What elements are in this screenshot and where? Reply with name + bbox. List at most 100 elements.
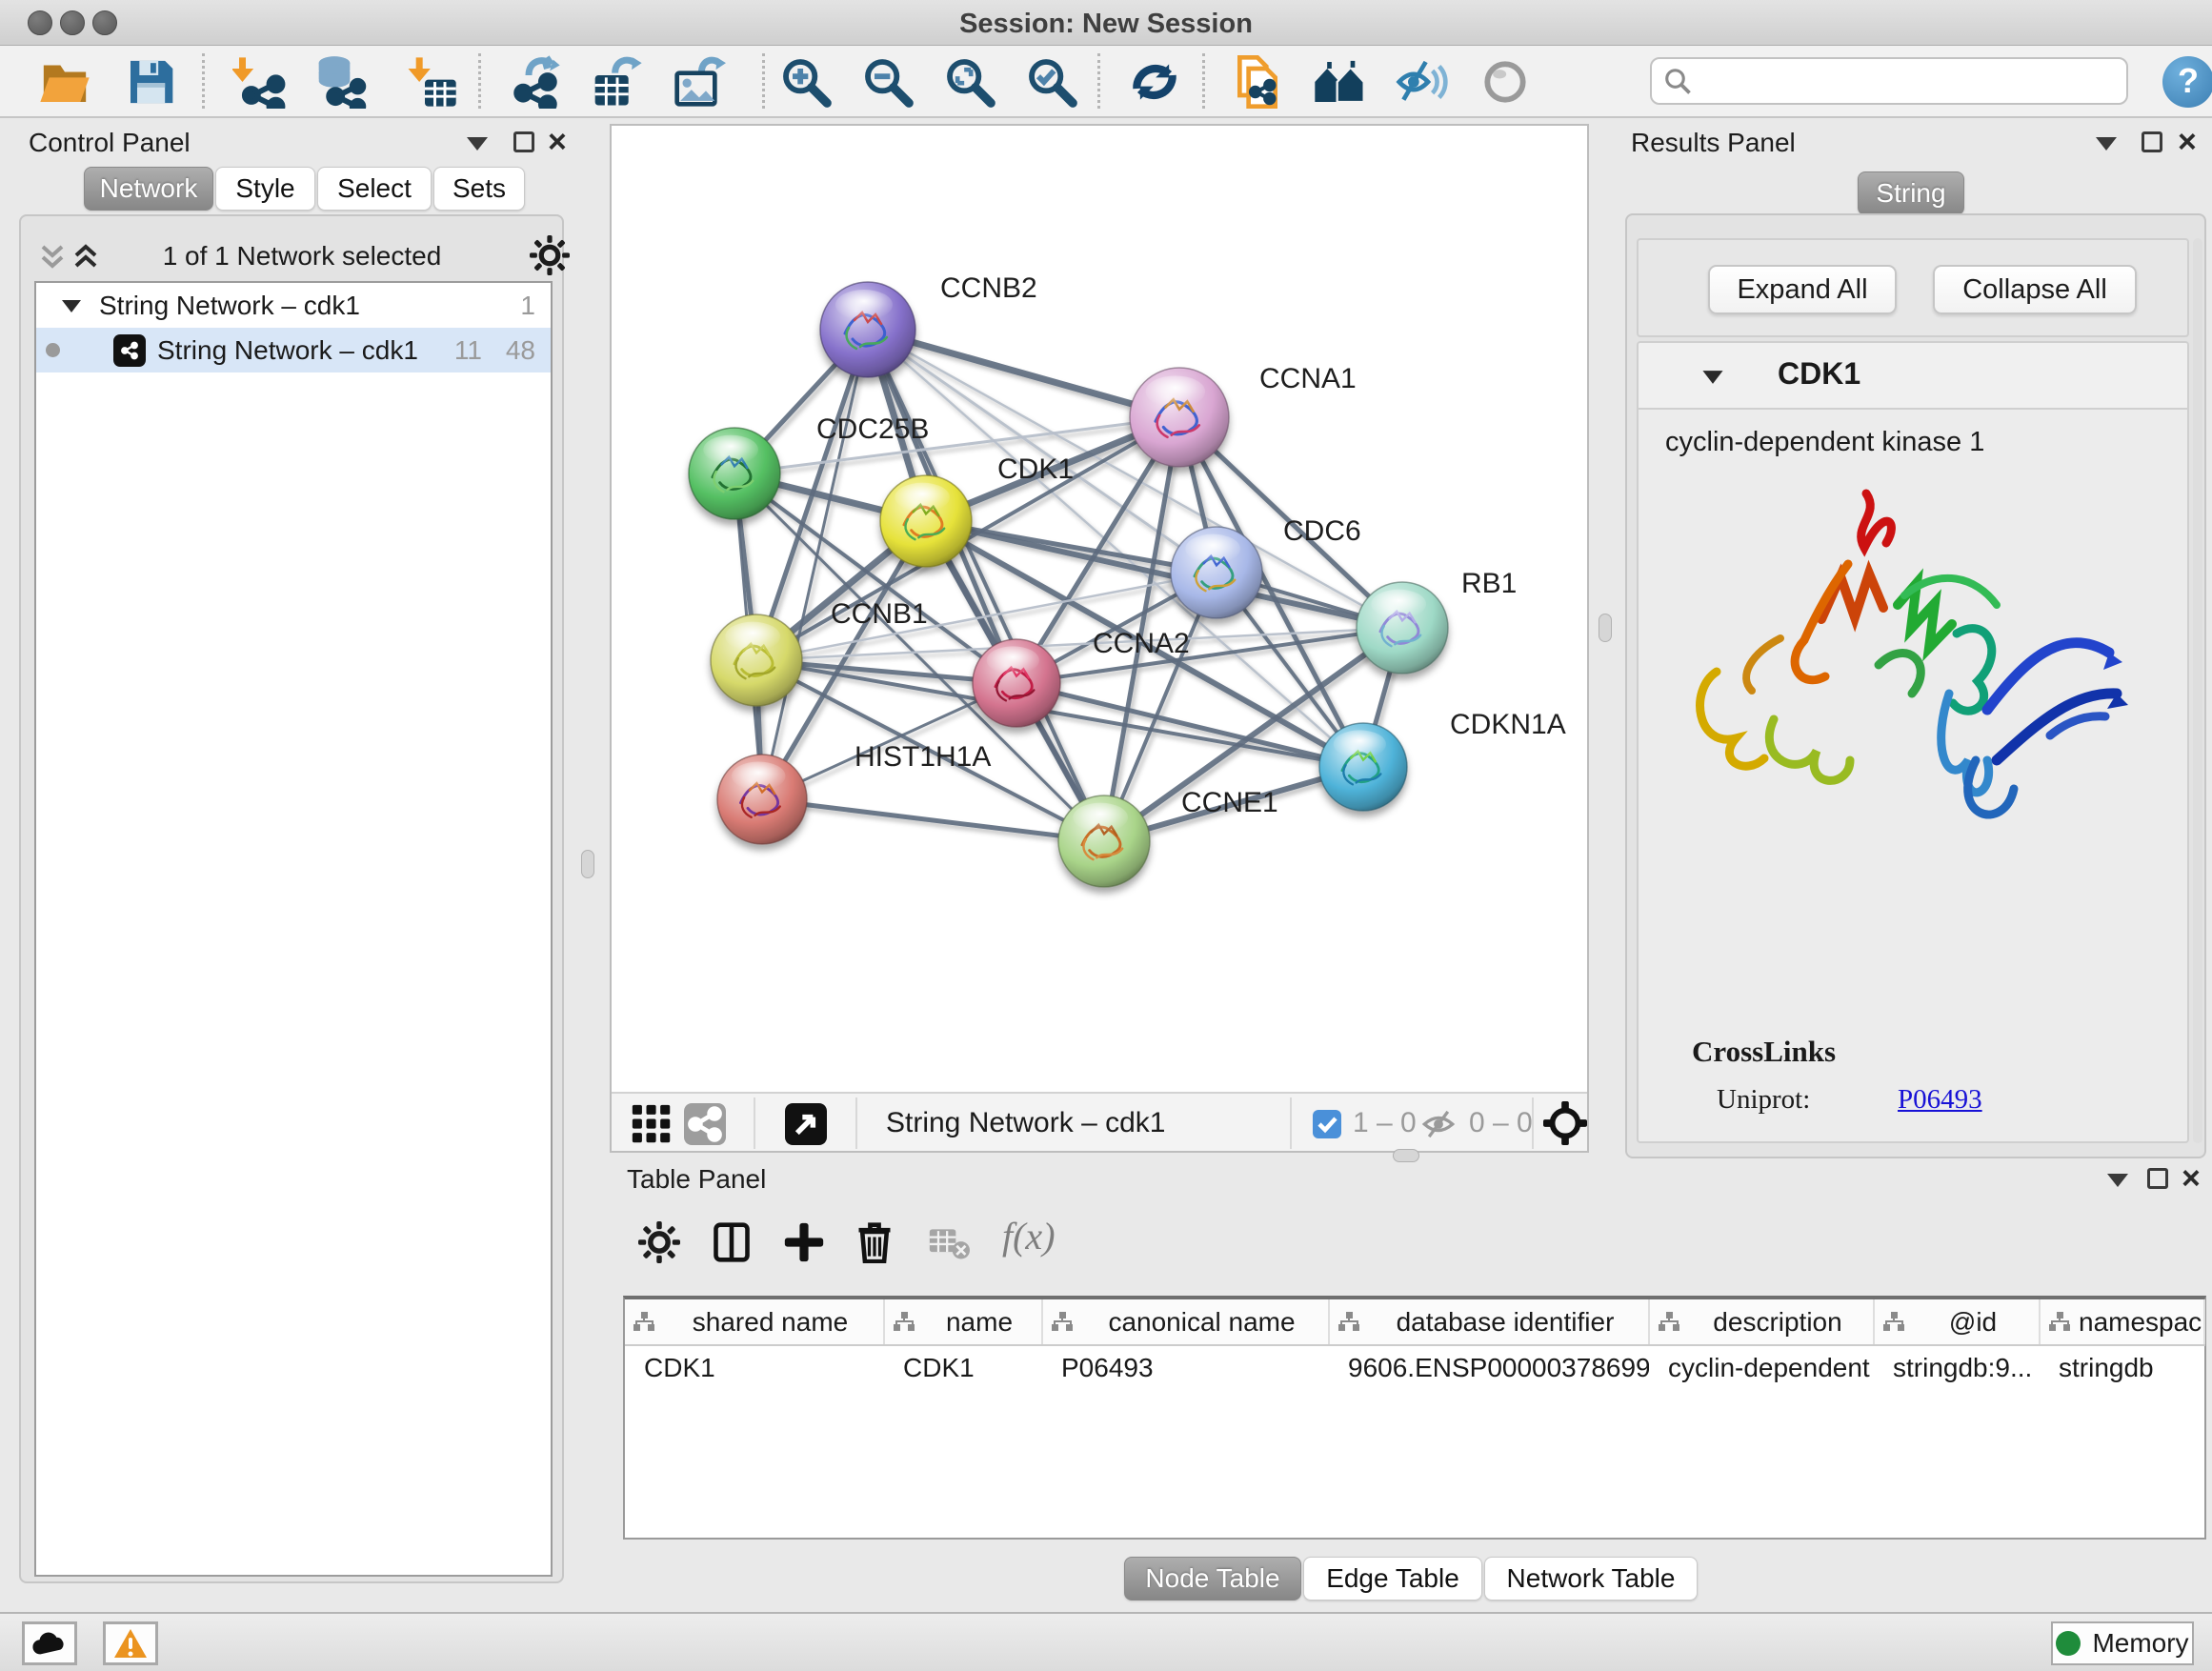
tab-sets[interactable]: Sets	[433, 167, 525, 211]
column-header[interactable]: database identifier	[1329, 1299, 1649, 1345]
column-header[interactable]: namespac	[2040, 1299, 2204, 1345]
share-document-icon[interactable]	[1231, 55, 1284, 109]
title-bar: Session: New Session	[0, 0, 2212, 46]
function-builder-icon[interactable]: f(x)	[1002, 1214, 1056, 1258]
network-row-selected[interactable]: String Network – cdk1 11 48	[36, 328, 551, 372]
selected-node-edge-counts: 1 – 0	[1353, 1107, 1417, 1139]
left-splitter-handle[interactable]	[581, 850, 594, 878]
network-share-view-icon[interactable]	[684, 1103, 726, 1145]
tab-select[interactable]: Select	[317, 167, 432, 211]
cdk1-header-row[interactable]: CDK1	[1639, 343, 2187, 410]
network-edge-ccne1-hist1h1a[interactable]	[762, 799, 1104, 841]
right-splitter-handle[interactable]	[1599, 614, 1612, 642]
home-icon[interactable]	[1313, 55, 1366, 109]
results-panel-close-icon[interactable]: ×	[2178, 130, 2197, 154]
expand-all-icon[interactable]	[73, 243, 98, 272]
birds-eye-view-icon[interactable]	[785, 1103, 827, 1145]
network-node-rb1[interactable]	[1357, 582, 1448, 674]
column-header[interactable]: @id	[1874, 1299, 2040, 1345]
open-session-icon[interactable]	[38, 55, 91, 109]
expand-all-button[interactable]: Expand All	[1708, 265, 1897, 314]
network-node-cdk1[interactable]	[880, 475, 972, 567]
search-icon	[1663, 67, 1692, 95]
collapse-all-icon[interactable]	[40, 243, 65, 272]
export-image-icon[interactable]	[673, 55, 726, 109]
column-header[interactable]: description	[1649, 1299, 1874, 1345]
network-node-ccnb1[interactable]	[711, 614, 802, 706]
column-header[interactable]: shared name	[625, 1299, 884, 1345]
results-panel-float-icon[interactable]	[2142, 131, 2162, 152]
selected-checkbox-icon[interactable]	[1313, 1110, 1341, 1138]
collection-count: 1	[520, 291, 535, 321]
show-columns-icon[interactable]	[711, 1221, 753, 1263]
table-panel-menu-icon[interactable]	[2107, 1174, 2128, 1187]
tree-expand-icon[interactable]	[61, 297, 82, 314]
hide-panel-eye-icon[interactable]	[1395, 55, 1448, 109]
column-header[interactable]: name	[884, 1299, 1042, 1345]
search-input[interactable]	[1650, 57, 2128, 105]
network-edge-ccnb2-hist1h1a[interactable]	[762, 330, 868, 799]
network-selected-summary: 1 of 1 Network selected	[116, 241, 488, 272]
network-node-ccne1[interactable]	[1058, 795, 1150, 887]
network-node-ccnb2[interactable]	[820, 282, 915, 377]
network-collection-row[interactable]: String Network – cdk1 1	[36, 283, 551, 328]
results-panel-menu-icon[interactable]	[2096, 137, 2117, 151]
table-gear-icon[interactable]	[638, 1221, 680, 1263]
results-scrollbar[interactable]	[2193, 238, 2202, 1143]
zoom-in-icon[interactable]	[779, 55, 833, 109]
memory-button[interactable]: Memory	[2051, 1621, 2194, 1665]
import-network-file-icon[interactable]	[232, 55, 286, 109]
hidden-eye-icon[interactable]	[1419, 1107, 1458, 1141]
tab-style[interactable]: Style	[215, 167, 315, 211]
gear-icon[interactable]	[530, 235, 570, 275]
network-node-cdkn1a[interactable]	[1319, 723, 1407, 811]
zoom-out-icon[interactable]	[861, 55, 915, 109]
add-column-icon[interactable]	[783, 1221, 825, 1263]
network-node-cdc25b[interactable]	[689, 428, 780, 519]
tab-node-table[interactable]: Node Table	[1124, 1557, 1301, 1601]
network-view-toolbar: String Network – cdk1 1 – 0 0 – 0	[612, 1092, 1587, 1151]
control-panel-close-icon[interactable]: ×	[548, 130, 567, 154]
network-canvas[interactable]: CCNB2CCNA1CDC25BCDK1CDC6RB1CCNB1CCNA2CDK…	[612, 126, 1587, 1092]
grid-view-icon[interactable]	[631, 1103, 673, 1145]
table-panel-close-icon[interactable]: ×	[2182, 1166, 2201, 1191]
control-panel-menu-icon[interactable]	[467, 137, 488, 151]
network-node-ccna1[interactable]	[1130, 368, 1229, 467]
delete-table-icon[interactable]	[928, 1225, 970, 1261]
zoom-fit-icon[interactable]	[943, 55, 996, 109]
save-session-icon[interactable]	[124, 55, 177, 109]
network-node-hist1h1a[interactable]	[717, 755, 807, 844]
warning-icon	[113, 1628, 148, 1659]
crosslink-value-link[interactable]: P06493	[1898, 1137, 1982, 1143]
collapse-entry-icon[interactable]	[1701, 368, 1724, 386]
node-table-grid[interactable]: shared name name canonical name database…	[625, 1299, 2205, 1389]
tab-edge-table[interactable]: Edge Table	[1303, 1557, 1482, 1601]
refresh-icon[interactable]	[1128, 55, 1181, 109]
table-row[interactable]: CDK1 CDK1 P06493 9606.ENSP00000378699 cy…	[625, 1345, 2204, 1389]
network-node-cdc6[interactable]	[1171, 527, 1262, 618]
export-table-icon[interactable]	[591, 55, 644, 109]
cloud-button[interactable]	[22, 1621, 77, 1665]
tab-string[interactable]: String	[1858, 171, 1964, 215]
control-panel-float-icon[interactable]	[513, 131, 534, 152]
show-eye-icon[interactable]	[1478, 55, 1532, 109]
horizontal-splitter-handle[interactable]	[1393, 1149, 1419, 1162]
column-header[interactable]: canonical name	[1042, 1299, 1329, 1345]
tab-network-table[interactable]: Network Table	[1484, 1557, 1698, 1601]
fit-selected-crosshair-icon[interactable]	[1543, 1101, 1587, 1145]
network-edge-rb1-ccna2[interactable]	[1016, 628, 1402, 683]
import-table-icon[interactable]	[405, 55, 458, 109]
crosslink-value-link[interactable]: P06493	[1898, 1084, 1982, 1115]
warning-button[interactable]	[103, 1621, 158, 1665]
status-bar: Memory	[0, 1612, 2212, 1671]
import-network-database-icon[interactable]	[314, 55, 368, 109]
network-node-ccna2[interactable]	[973, 639, 1060, 727]
export-network-icon[interactable]	[509, 55, 562, 109]
table-panel-float-icon[interactable]	[2147, 1168, 2168, 1189]
help-button[interactable]: ?	[2162, 56, 2212, 108]
collapse-all-button[interactable]: Collapse All	[1933, 265, 2137, 314]
crosslink-row: GeneCard:	[1717, 1137, 1837, 1143]
zoom-selected-icon[interactable]	[1025, 55, 1078, 109]
delete-column-icon[interactable]	[854, 1221, 895, 1263]
tab-network[interactable]: Network	[84, 167, 213, 211]
